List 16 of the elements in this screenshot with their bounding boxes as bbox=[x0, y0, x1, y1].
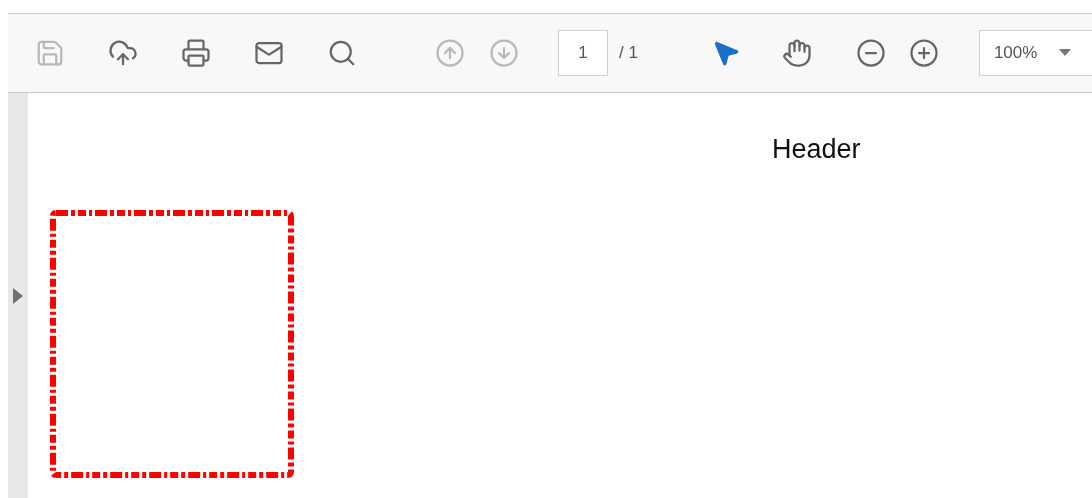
page-total: / 1 bbox=[619, 42, 638, 65]
search-icon bbox=[327, 38, 357, 68]
arrow-down-icon bbox=[489, 38, 519, 68]
plus-icon bbox=[908, 38, 939, 68]
triangle-right-icon bbox=[13, 287, 23, 304]
page-number-field[interactable]: 1 bbox=[558, 30, 608, 76]
sidebar-toggle[interactable] bbox=[8, 93, 28, 498]
zoom-dropdown[interactable]: 100% bbox=[978, 30, 1092, 76]
header-text: Header bbox=[772, 134, 861, 164]
save-icon bbox=[35, 38, 65, 68]
arrow-up-icon bbox=[435, 38, 465, 68]
caret-icon bbox=[1059, 49, 1072, 57]
hand-icon bbox=[781, 38, 812, 68]
minus-icon bbox=[855, 38, 886, 68]
printer-icon bbox=[181, 38, 211, 68]
cloud-upload-icon bbox=[108, 38, 138, 68]
